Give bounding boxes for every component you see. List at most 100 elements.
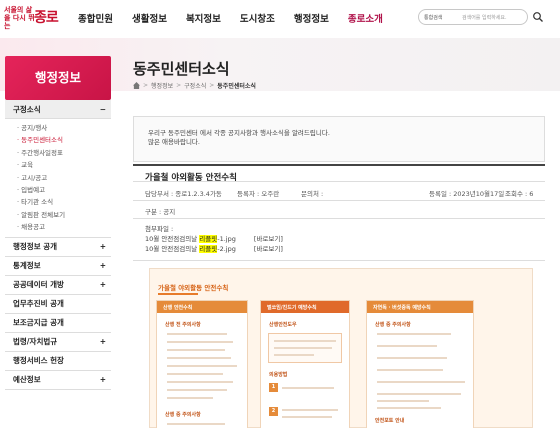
sidebar-group[interactable]: 행정서비스 헌장 [5, 352, 111, 371]
poster-title: 가을철 야외활동 안전수칙 [158, 284, 229, 292]
header: 서울의 삶을 다시 뛰는 종로 종합민원 생활정보 복지정보 도시창조 행정정보 종로소개… [0, 0, 560, 38]
sidebar-group-label: 업무추진비 공개 [13, 299, 64, 309]
sidebar-group[interactable]: 예산정보 + [5, 371, 111, 390]
filename-highlight: 리플릿 [199, 235, 218, 243]
poster-text-line [377, 407, 441, 409]
nav-item[interactable]: 종로소개 [348, 11, 383, 27]
sidebar: 구정소식 − · 공지/행사 · 동주민센터소식 · 주간행사일정표 · 교육 · 고시… [5, 100, 111, 390]
poster-text-line [167, 349, 225, 351]
poster-subheader: 안전포토 안내 [375, 418, 405, 424]
logo[interactable]: 서울의 삶을 다시 뛰는 종로 [4, 4, 60, 34]
breadcrumb-separator: > [143, 82, 149, 89]
sidebar-group[interactable]: 공공데이터 개방 + [5, 276, 111, 295]
sidebar-subitem[interactable]: · 고시/공고 [17, 172, 111, 184]
collapse-icon[interactable]: − [100, 105, 106, 114]
sidebar-subitem[interactable]: · 주간행사일정표 [17, 147, 111, 159]
preview-link[interactable]: [바로보기] [254, 235, 283, 243]
post-writer: 등록자 : 오주란 [237, 190, 280, 198]
expand-icon[interactable]: + [100, 375, 106, 384]
poster-text-line [377, 393, 461, 395]
post-dept: 담당부서 : 종로1.2.3.4가동 [145, 190, 222, 198]
poster-column-header: 자연독 · 버섯중독 예방수칙 [367, 301, 473, 313]
expand-icon[interactable]: + [100, 337, 106, 346]
poster-column-header: 벌쏘임/진드기 예방수칙 [261, 301, 349, 313]
poster-image: 가을철 야외활동 안전수칙 산행 안전수칙 산행 전 주의사항 산행 중 주의사… [149, 268, 533, 428]
post-category: 구분 : 공지 [133, 201, 545, 219]
sidebar-group-label: 보조금지급 공개 [13, 318, 64, 328]
poster-text-line [274, 354, 314, 356]
breadcrumb: > 행정정보 > 구정소식 > 동주민센터소식 [133, 81, 256, 90]
poster-text-line [167, 423, 225, 425]
breadcrumb-item[interactable]: 구정소식 [184, 81, 206, 90]
search-icon[interactable] [532, 11, 544, 23]
main-nav: 종합민원 생활정보 복지정보 도시창조 행정정보 종로소개 [78, 11, 402, 27]
sidebar-subitem[interactable]: · 입법예고 [17, 184, 111, 196]
sidebar-group-label: 행정정보 공개 [13, 242, 58, 252]
nav-item[interactable]: 도시창조 [240, 11, 275, 27]
sidebar-group[interactable]: 행정정보 공개 + [5, 238, 111, 257]
logo-slogan: 서울의 삶을 다시 뛰는 [4, 6, 35, 30]
attachment-item: 10월 안전점검의날 리플릿-1.jpg [바로보기] [145, 234, 533, 244]
breadcrumb-item[interactable]: 행정정보 [151, 81, 173, 90]
home-icon[interactable] [133, 82, 140, 89]
board-intro: 우리구 동주민센터 에서 각종 공지사항과 행사소식을 알려드립니다. 많은 애… [133, 116, 545, 162]
sidebar-group[interactable]: 법령/자치법규 + [5, 333, 111, 352]
poster-text-line [377, 357, 447, 359]
sidebar-subitem[interactable]: · 채용공고 [17, 221, 111, 233]
poster-subheader: 산행안전도우 [269, 322, 297, 328]
sidebar-group[interactable]: 보조금지급 공개 [5, 314, 111, 333]
search-input[interactable]: 검색어를 입력하세요. [462, 14, 507, 21]
poster-text-line [282, 409, 338, 411]
expand-icon[interactable]: + [100, 242, 106, 251]
sidebar-groups: 행정정보 공개 + 통계정보 + 공공데이터 개방 + 업무추진비 공개보조금지급 공개법령… [5, 238, 111, 390]
poster-column: 벌쏘임/진드기 예방수칙 산행안전도우 의용방법 1 2 [260, 300, 350, 428]
sidebar-group-label: 예산정보 [13, 375, 41, 385]
filename-ext: -2.jpg [217, 245, 236, 253]
sidebar-group-open[interactable]: 구정소식 − [5, 100, 111, 119]
poster-text-line [377, 345, 437, 347]
sidebar-subitem[interactable]: · 알림판 전체보기 [17, 209, 111, 221]
page: 서울의 삶을 다시 뛰는 종로 종합민원 생활정보 복지정보 도시창조 행정정보 종로소개… [0, 0, 560, 428]
attachment-filename[interactable]: 10월 안전점검의날 리플릿-1.jpg [145, 235, 236, 243]
sidebar-subitem[interactable]: · 공지/행사 [17, 122, 111, 134]
expand-icon[interactable]: + [100, 261, 106, 270]
nav-item[interactable]: 종합민원 [78, 11, 113, 27]
sidebar-group-label: 행정서비스 헌장 [13, 356, 64, 366]
post-title: 가을철 야외활동 안전수칙 [133, 164, 545, 183]
attachment-filename[interactable]: 10월 안전점검의날 리플릿-2.jpg [145, 245, 236, 253]
filename-ext: -1.jpg [217, 235, 236, 243]
sidebar-group[interactable]: 업무추진비 공개 [5, 295, 111, 314]
sidebar-group-label: 법령/자치법규 [13, 337, 58, 347]
post-views: 조회수 : 6 [505, 190, 534, 198]
sidebar-title: 행정정보 [5, 56, 111, 100]
poster-subheader: 산행 중 주의사항 [165, 412, 201, 418]
poster-text-line [377, 333, 451, 335]
poster-text-line [274, 340, 336, 342]
sidebar-subitem[interactable]: · 교육 [17, 159, 111, 171]
sidebar-group-label: 공공데이터 개방 [13, 280, 64, 290]
filename-text: 10월 안전점검의날 [145, 235, 200, 243]
poster-underline [158, 293, 198, 295]
preview-link[interactable]: [바로보기] [254, 245, 283, 253]
poster-text-line [167, 381, 233, 383]
sidebar-subitem[interactable]: · 동주민센터소식 [17, 134, 111, 146]
nav-item[interactable]: 행정정보 [294, 11, 329, 27]
poster-column-header: 산행 안전수칙 [157, 301, 247, 313]
poster-text-line [282, 387, 334, 389]
sidebar-subitem[interactable]: · 타기관 소식 [17, 196, 111, 208]
nav-item[interactable]: 생활정보 [132, 11, 167, 27]
poster-subheader: 의용방법 [269, 372, 288, 378]
sidebar-group[interactable]: 통계정보 + [5, 257, 111, 276]
search-scope-select[interactable]: 통합검색 [424, 14, 462, 21]
poster-text-line [167, 341, 233, 343]
page-title: 동주민센터소식 [133, 60, 230, 78]
expand-icon[interactable]: + [100, 280, 106, 289]
sidebar-submenu: · 공지/행사 · 동주민센터소식 · 주간행사일정표 · 교육 · 고시/공고 · 입법… [5, 119, 111, 238]
search-box[interactable]: 통합검색 검색어를 입력하세요. [418, 9, 528, 25]
poster-subheader: 산행 중 주의사항 [375, 322, 411, 328]
nav-item[interactable]: 복지정보 [186, 11, 221, 27]
attachment-label: 첨부파일 : [145, 225, 174, 233]
sidebar-group-label: 통계정보 [13, 261, 41, 271]
poster-text-line [167, 365, 237, 367]
poster-text-line [167, 357, 231, 359]
